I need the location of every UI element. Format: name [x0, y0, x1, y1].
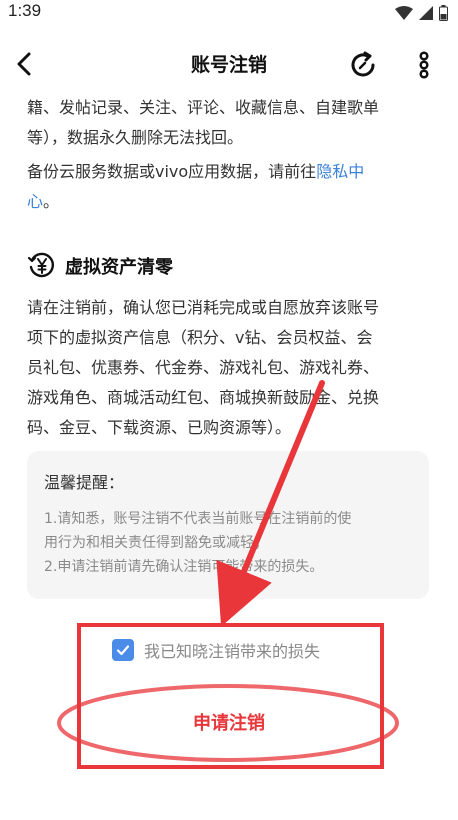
wifi-icon	[395, 6, 413, 20]
agree-checkbox[interactable]	[112, 639, 134, 661]
cloud-backup-prefix: 备份云服务数据或vivo应用数据，请前往	[27, 162, 317, 181]
tips-line: 1.请知悉，账号注销不代表当前账号在注销前的使	[44, 511, 352, 527]
yen-clock-icon	[27, 251, 57, 281]
tips-title: 温馨提醒：	[44, 473, 125, 492]
refresh-icon[interactable]	[348, 50, 378, 80]
tips-line: 用行为和相关责任得到豁免或减轻；	[44, 535, 268, 551]
data-deletion-line: 等），数据永久删除无法找回。	[27, 128, 244, 147]
battery-icon	[439, 5, 448, 21]
data-deletion-text: 籍、发帖记录、关注、评论、收藏信息、自建歌单 等），数据永久删除无法找回。	[27, 93, 439, 153]
signal-icon	[419, 6, 433, 20]
tips-line: 2.申请注销前请先确认注销可能带来的损失。	[44, 559, 324, 575]
virtual-asset-text: 请在注销前，确认您已消耗完成或自愿放弃该账号 项下的虚拟资产信息（积分、v钻、会…	[27, 293, 439, 443]
virtual-asset-section-header: 虚拟资产清零	[27, 250, 173, 282]
agree-row[interactable]: 我已知晓注销带来的损失	[112, 638, 320, 662]
cloud-backup-text: 备份云服务数据或vivo应用数据，请前往隐私中心。	[27, 157, 439, 217]
section-title: 虚拟资产清零	[65, 257, 173, 278]
warm-tips-card: 温馨提醒： 1.请知悉，账号注销不代表当前账号在注销前的使 用行为和相关责任得到…	[27, 451, 429, 599]
privacy-center-link[interactable]: 隐私中	[316, 162, 364, 181]
status-bar: 1:39	[0, 0, 458, 26]
asset-line: 项下的虚拟资产信息（积分、v钻、会员权益、会	[27, 328, 373, 347]
data-deletion-line: 籍、发帖记录、关注、评论、收藏信息、自建歌单	[27, 98, 380, 117]
status-time: 1:39	[8, 1, 42, 20]
check-icon	[116, 645, 130, 656]
app-header: 账号注销	[0, 36, 458, 92]
agree-label: 我已知晓注销带来的损失	[144, 642, 321, 661]
page-title: 账号注销	[190, 54, 267, 76]
asset-line: 码、金豆、下载资源、已购资源等）。	[27, 418, 292, 437]
asset-line: 游戏角色、商城活动红包、商城换新鼓励金、兑换	[27, 388, 380, 407]
asset-line: 请在注销前，确认您已消耗完成或自愿放弃该账号	[27, 298, 380, 317]
apply-deregister-button[interactable]: 申请注销	[76, 695, 382, 749]
asset-line: 员礼包、优惠券、代金券、游戏礼包、游戏礼券、	[27, 358, 380, 377]
privacy-center-link-cont[interactable]: 心	[27, 192, 43, 211]
cloud-backup-suffix: 。	[43, 192, 60, 211]
more-icon[interactable]	[412, 48, 436, 82]
